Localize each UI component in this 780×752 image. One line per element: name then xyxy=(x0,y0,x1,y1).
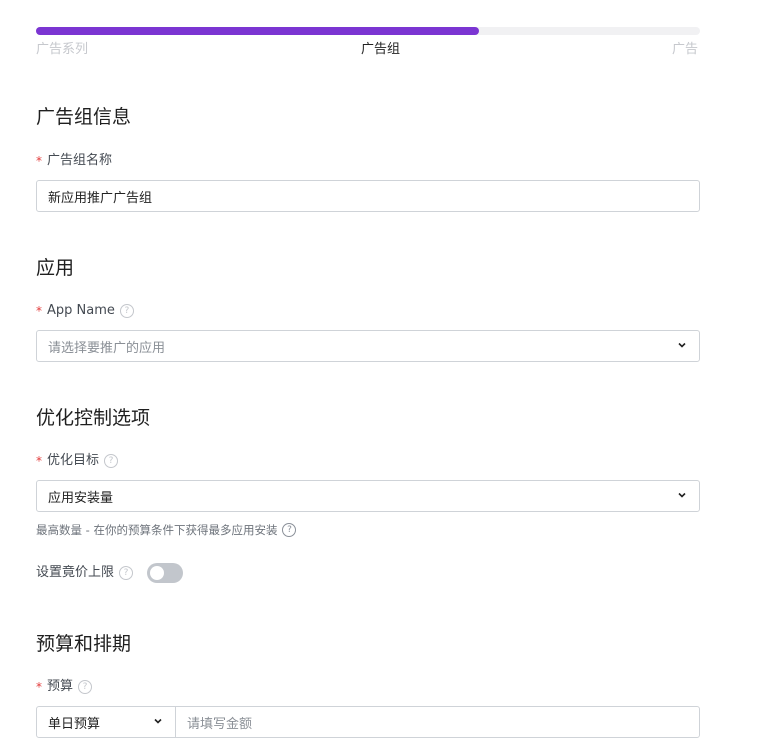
chevron-down-icon[interactable] xyxy=(677,490,687,500)
optimization-goal-select[interactable]: 应用安装量 xyxy=(36,480,700,512)
section-title-budget: 预算和排期 xyxy=(36,633,132,655)
question-circle-icon[interactable]: ? xyxy=(104,454,119,468)
progress-track xyxy=(36,27,700,35)
budget-label-text: 预算 xyxy=(47,679,74,694)
optimization-goal-hint: 最高数量 - 在你的预算条件下获得最多应用安装 ? xyxy=(36,522,297,538)
toggle-knob xyxy=(150,566,165,580)
section-title-adgroup-info: 广告组信息 xyxy=(36,106,132,128)
adgroup-name-label-text: 广告组名称 xyxy=(47,153,113,168)
step-ad[interactable]: 广告 xyxy=(672,42,698,58)
progress-fill xyxy=(36,27,479,35)
app-name-label: * App Name ? xyxy=(36,302,134,320)
optimization-goal-hint-text: 最高数量 - 在你的预算条件下获得最多应用安装 xyxy=(36,523,278,537)
required-marker: * xyxy=(36,680,42,694)
chevron-down-icon[interactable] xyxy=(677,340,687,350)
required-marker: * xyxy=(36,304,42,318)
budget-amount-placeholder: 请填写金额 xyxy=(187,716,253,732)
adgroup-name-input[interactable]: 新应用推广广告组 xyxy=(36,180,700,212)
adgroup-name-value[interactable]: 新应用推广广告组 xyxy=(37,187,152,206)
section-title-app: 应用 xyxy=(36,257,75,279)
app-name-label-text: App Name xyxy=(47,303,115,318)
bid-cap-row: 设置竟价上限 ? xyxy=(36,563,184,583)
bid-cap-toggle[interactable] xyxy=(147,563,184,583)
question-circle-icon[interactable]: ? xyxy=(119,304,134,318)
bid-cap-label: 设置竟价上限 xyxy=(36,565,115,580)
budget-type-select[interactable]: 单日预算 xyxy=(37,707,176,737)
budget-label: * 预算 ? xyxy=(36,678,93,696)
app-select-placeholder: 请选择要推广的应用 xyxy=(48,340,166,356)
budget-amount-input[interactable]: 请填写金额 xyxy=(176,707,252,737)
optimization-goal-label: * 优化目标 ? xyxy=(36,452,119,470)
app-select[interactable]: 请选择要推广的应用 xyxy=(36,330,700,362)
step-campaign[interactable]: 广告系列 xyxy=(36,42,88,58)
budget-type-value: 单日预算 xyxy=(48,716,101,732)
step-adgroup[interactable]: 广告组 xyxy=(361,42,400,58)
chevron-down-icon[interactable] xyxy=(153,716,163,726)
question-circle-icon[interactable]: ? xyxy=(78,680,93,694)
section-title-optimization: 优化控制选项 xyxy=(36,407,151,429)
question-circle-icon[interactable]: ? xyxy=(282,523,297,537)
optimization-goal-label-text: 优化目标 xyxy=(47,453,100,468)
question-circle-icon[interactable]: ? xyxy=(119,566,134,580)
budget-input-group: 单日预算 请填写金额 xyxy=(36,706,700,738)
required-marker: * xyxy=(36,454,42,468)
adgroup-name-label: * 广告组名称 xyxy=(36,152,112,170)
required-marker: * xyxy=(36,154,42,168)
optimization-goal-value: 应用安装量 xyxy=(48,490,114,506)
